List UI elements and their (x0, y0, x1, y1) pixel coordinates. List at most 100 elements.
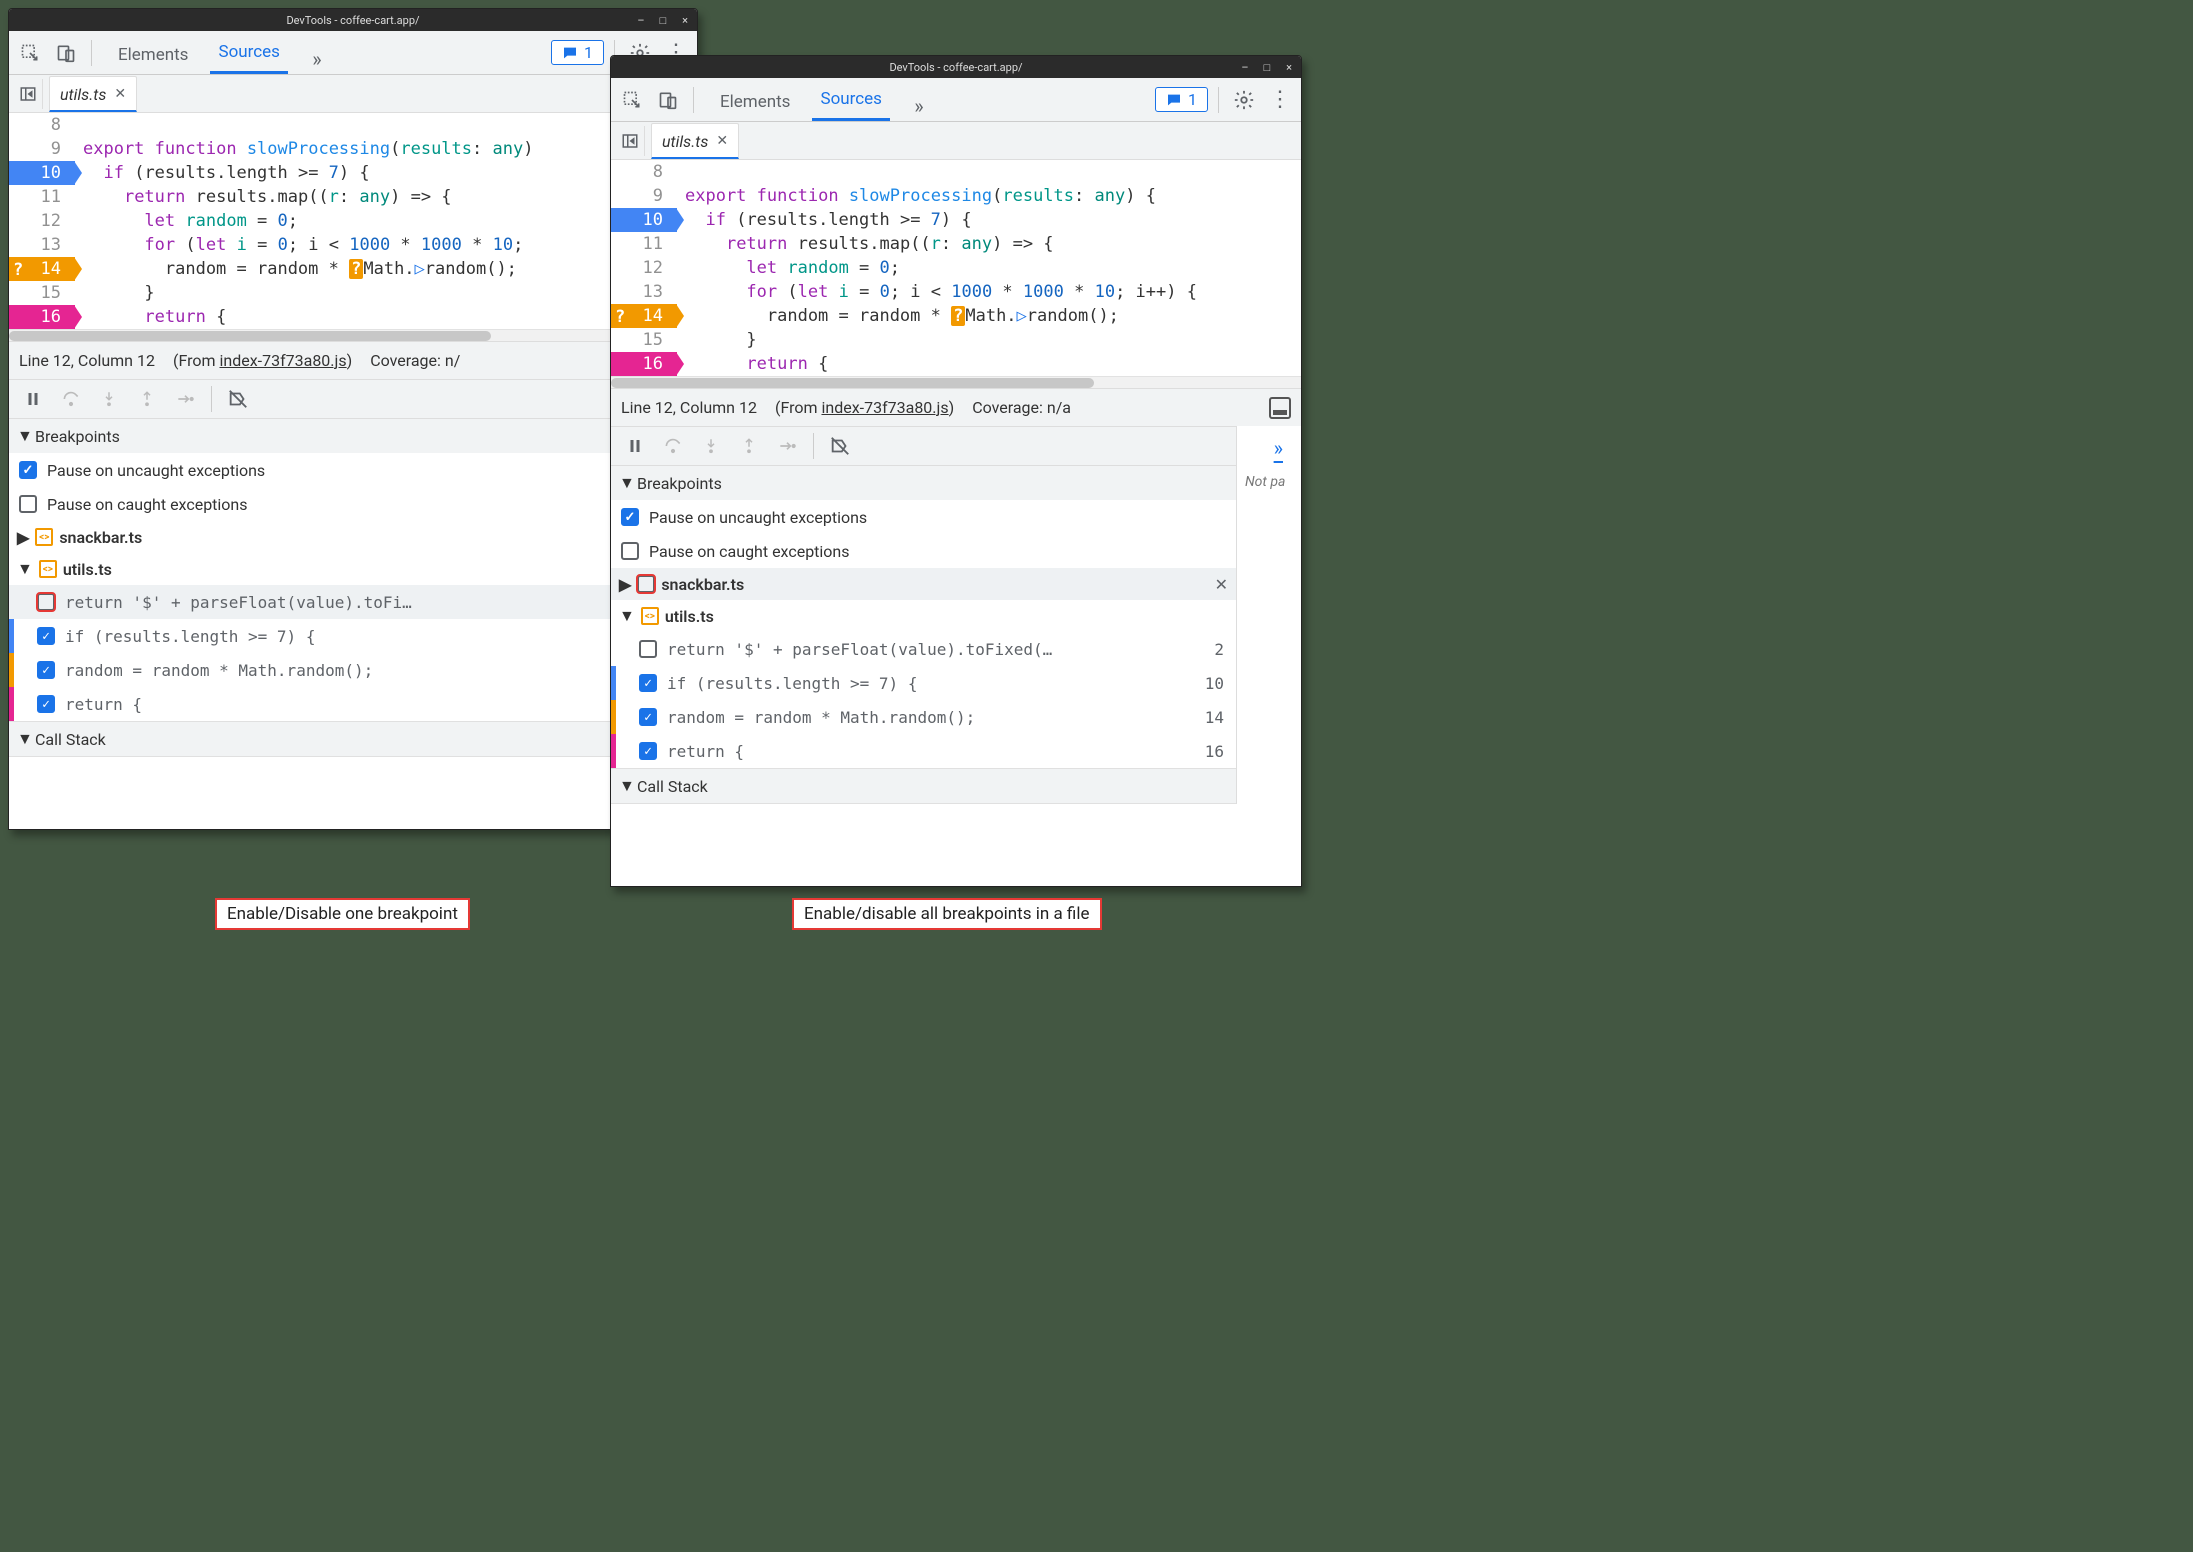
line-number[interactable]: ?14 (611, 304, 677, 328)
checkbox[interactable] (639, 742, 657, 760)
checkbox[interactable] (637, 575, 655, 593)
device-icon[interactable] (51, 38, 81, 68)
line-number[interactable]: 8 (9, 113, 75, 137)
issues-badge[interactable]: 1 (551, 40, 604, 65)
cursor-position[interactable]: Line 12, Column 12 (19, 351, 155, 370)
line-number[interactable]: 10 (9, 161, 75, 185)
close-button[interactable]: × (679, 14, 691, 27)
breakpoint-row[interactable]: if (results.length >= 7) {10 (611, 666, 1236, 700)
line-number[interactable]: 9 (9, 137, 75, 161)
checkbox[interactable] (37, 695, 55, 713)
line-number[interactable]: ?14 (9, 257, 75, 281)
step-icon[interactable] (771, 431, 803, 461)
line-number[interactable]: 13 (9, 233, 75, 257)
code-editor[interactable]: 8 9export function slowProcessing(result… (611, 160, 1301, 388)
pause-icon[interactable] (17, 384, 49, 414)
breakpoint-row[interactable]: return '$' + parseFloat(value).toFi…✎✕2 (9, 585, 697, 619)
cursor-position[interactable]: Line 12, Column 12 (621, 398, 757, 417)
step-over-icon[interactable] (657, 431, 689, 461)
breakpoint-file-utils[interactable]: ▼<>utils.ts (611, 600, 1236, 632)
deactivate-breakpoints-icon[interactable] (824, 431, 856, 461)
breakpoints-pane-header[interactable]: ▼Breakpoints (9, 419, 697, 453)
line-number[interactable]: 9 (611, 184, 677, 208)
deactivate-breakpoints-icon[interactable] (222, 384, 254, 414)
tab-sources[interactable]: Sources (812, 79, 889, 121)
device-icon[interactable] (653, 85, 683, 115)
maximize-button[interactable]: □ (657, 14, 669, 27)
checkbox[interactable] (19, 495, 37, 513)
breakpoints-pane-header[interactable]: ▼Breakpoints (611, 466, 1236, 500)
line-number[interactable]: 13 (611, 280, 677, 304)
line-number[interactable]: 8 (611, 160, 677, 184)
source-map-info[interactable]: (From index-73f73a80.js) (173, 351, 352, 370)
step-into-icon[interactable] (93, 384, 125, 414)
checkbox[interactable] (639, 708, 657, 726)
line-number[interactable]: 10 (611, 208, 677, 232)
more-tabs-icon[interactable]: » (302, 44, 332, 74)
breakpoint-file-snackbar[interactable]: ▶snackbar.ts✕ (611, 568, 1236, 600)
callstack-pane-header[interactable]: ▼Call Stack (611, 769, 1236, 803)
inspect-icon[interactable] (617, 85, 647, 115)
breakpoint-row[interactable]: random = random * Math.random();14 (9, 653, 697, 687)
breakpoint-file-snackbar[interactable]: ▶<>snackbar.ts (9, 521, 697, 553)
file-tab-utils[interactable]: utils.ts ✕ (651, 123, 739, 159)
minimize-button[interactable]: – (635, 14, 647, 27)
checkbox[interactable] (639, 640, 657, 658)
checkbox[interactable] (639, 674, 657, 692)
checkbox[interactable] (37, 627, 55, 645)
pause-uncaught-row[interactable]: Pause on uncaught exceptions (9, 453, 697, 487)
line-number[interactable]: 16 (611, 352, 677, 376)
tab-sources[interactable]: Sources (210, 32, 287, 74)
source-map-info[interactable]: (From index-73f73a80.js) (775, 398, 954, 417)
navigator-toggle-icon[interactable] (615, 126, 645, 156)
pause-uncaught-row[interactable]: Pause on uncaught exceptions (611, 500, 1236, 534)
checkbox[interactable] (621, 508, 639, 526)
pause-icon[interactable] (619, 431, 651, 461)
code-editor[interactable]: 8 9export function slowProcessing(result… (9, 113, 697, 341)
more-tabs-icon[interactable]: » (1274, 436, 1283, 460)
line-number[interactable]: 15 (9, 281, 75, 305)
checkbox[interactable] (37, 661, 55, 679)
tab-elements[interactable]: Elements (712, 82, 798, 121)
minimize-button[interactable]: – (1239, 61, 1251, 74)
line-number[interactable]: 11 (611, 232, 677, 256)
checkbox[interactable] (621, 542, 639, 560)
step-into-icon[interactable] (695, 431, 727, 461)
close-tab-icon[interactable]: ✕ (716, 133, 728, 149)
close-tab-icon[interactable]: ✕ (114, 86, 126, 102)
checkbox[interactable] (19, 461, 37, 479)
line-number[interactable]: 11 (9, 185, 75, 209)
checkbox[interactable] (37, 593, 55, 611)
inspect-icon[interactable] (15, 38, 45, 68)
breakpoint-row[interactable]: random = random * Math.random();14 (611, 700, 1236, 734)
breakpoint-row[interactable]: return {16 (611, 734, 1236, 768)
breakpoint-row[interactable]: return '$' + parseFloat(value).toFixed(…… (611, 632, 1236, 666)
line-number[interactable]: 15 (611, 328, 677, 352)
file-tab-utils[interactable]: utils.ts ✕ (49, 76, 137, 112)
step-over-icon[interactable] (55, 384, 87, 414)
kebab-icon[interactable]: ⋮ (1265, 85, 1295, 115)
remove-icon[interactable]: ✕ (1215, 575, 1228, 594)
step-out-icon[interactable] (733, 431, 765, 461)
maximize-button[interactable]: □ (1261, 61, 1273, 74)
step-out-icon[interactable] (131, 384, 163, 414)
navigator-toggle-icon[interactable] (13, 79, 43, 109)
line-number[interactable]: 12 (611, 256, 677, 280)
line-number[interactable]: 16 (9, 305, 75, 329)
callstack-pane-header[interactable]: ▼Call Stack (9, 722, 697, 756)
more-tabs-icon[interactable]: » (904, 91, 934, 121)
dock-icon[interactable] (1269, 397, 1291, 419)
breakpoint-file-utils[interactable]: ▼<>utils.ts (9, 553, 697, 585)
step-icon[interactable] (169, 384, 201, 414)
line-number[interactable]: 12 (9, 209, 75, 233)
settings-icon[interactable] (1229, 85, 1259, 115)
breakpoint-row[interactable]: return {16 (9, 687, 697, 721)
issues-badge[interactable]: 1 (1155, 87, 1208, 112)
horizontal-scrollbar[interactable] (611, 376, 1301, 388)
tab-elements[interactable]: Elements (110, 35, 196, 74)
horizontal-scrollbar[interactable] (9, 329, 697, 341)
close-button[interactable]: × (1283, 61, 1295, 74)
pause-caught-row[interactable]: Pause on caught exceptions (611, 534, 1236, 568)
breakpoint-row[interactable]: if (results.length >= 7) {10 (9, 619, 697, 653)
pause-caught-row[interactable]: Pause on caught exceptions (9, 487, 697, 521)
